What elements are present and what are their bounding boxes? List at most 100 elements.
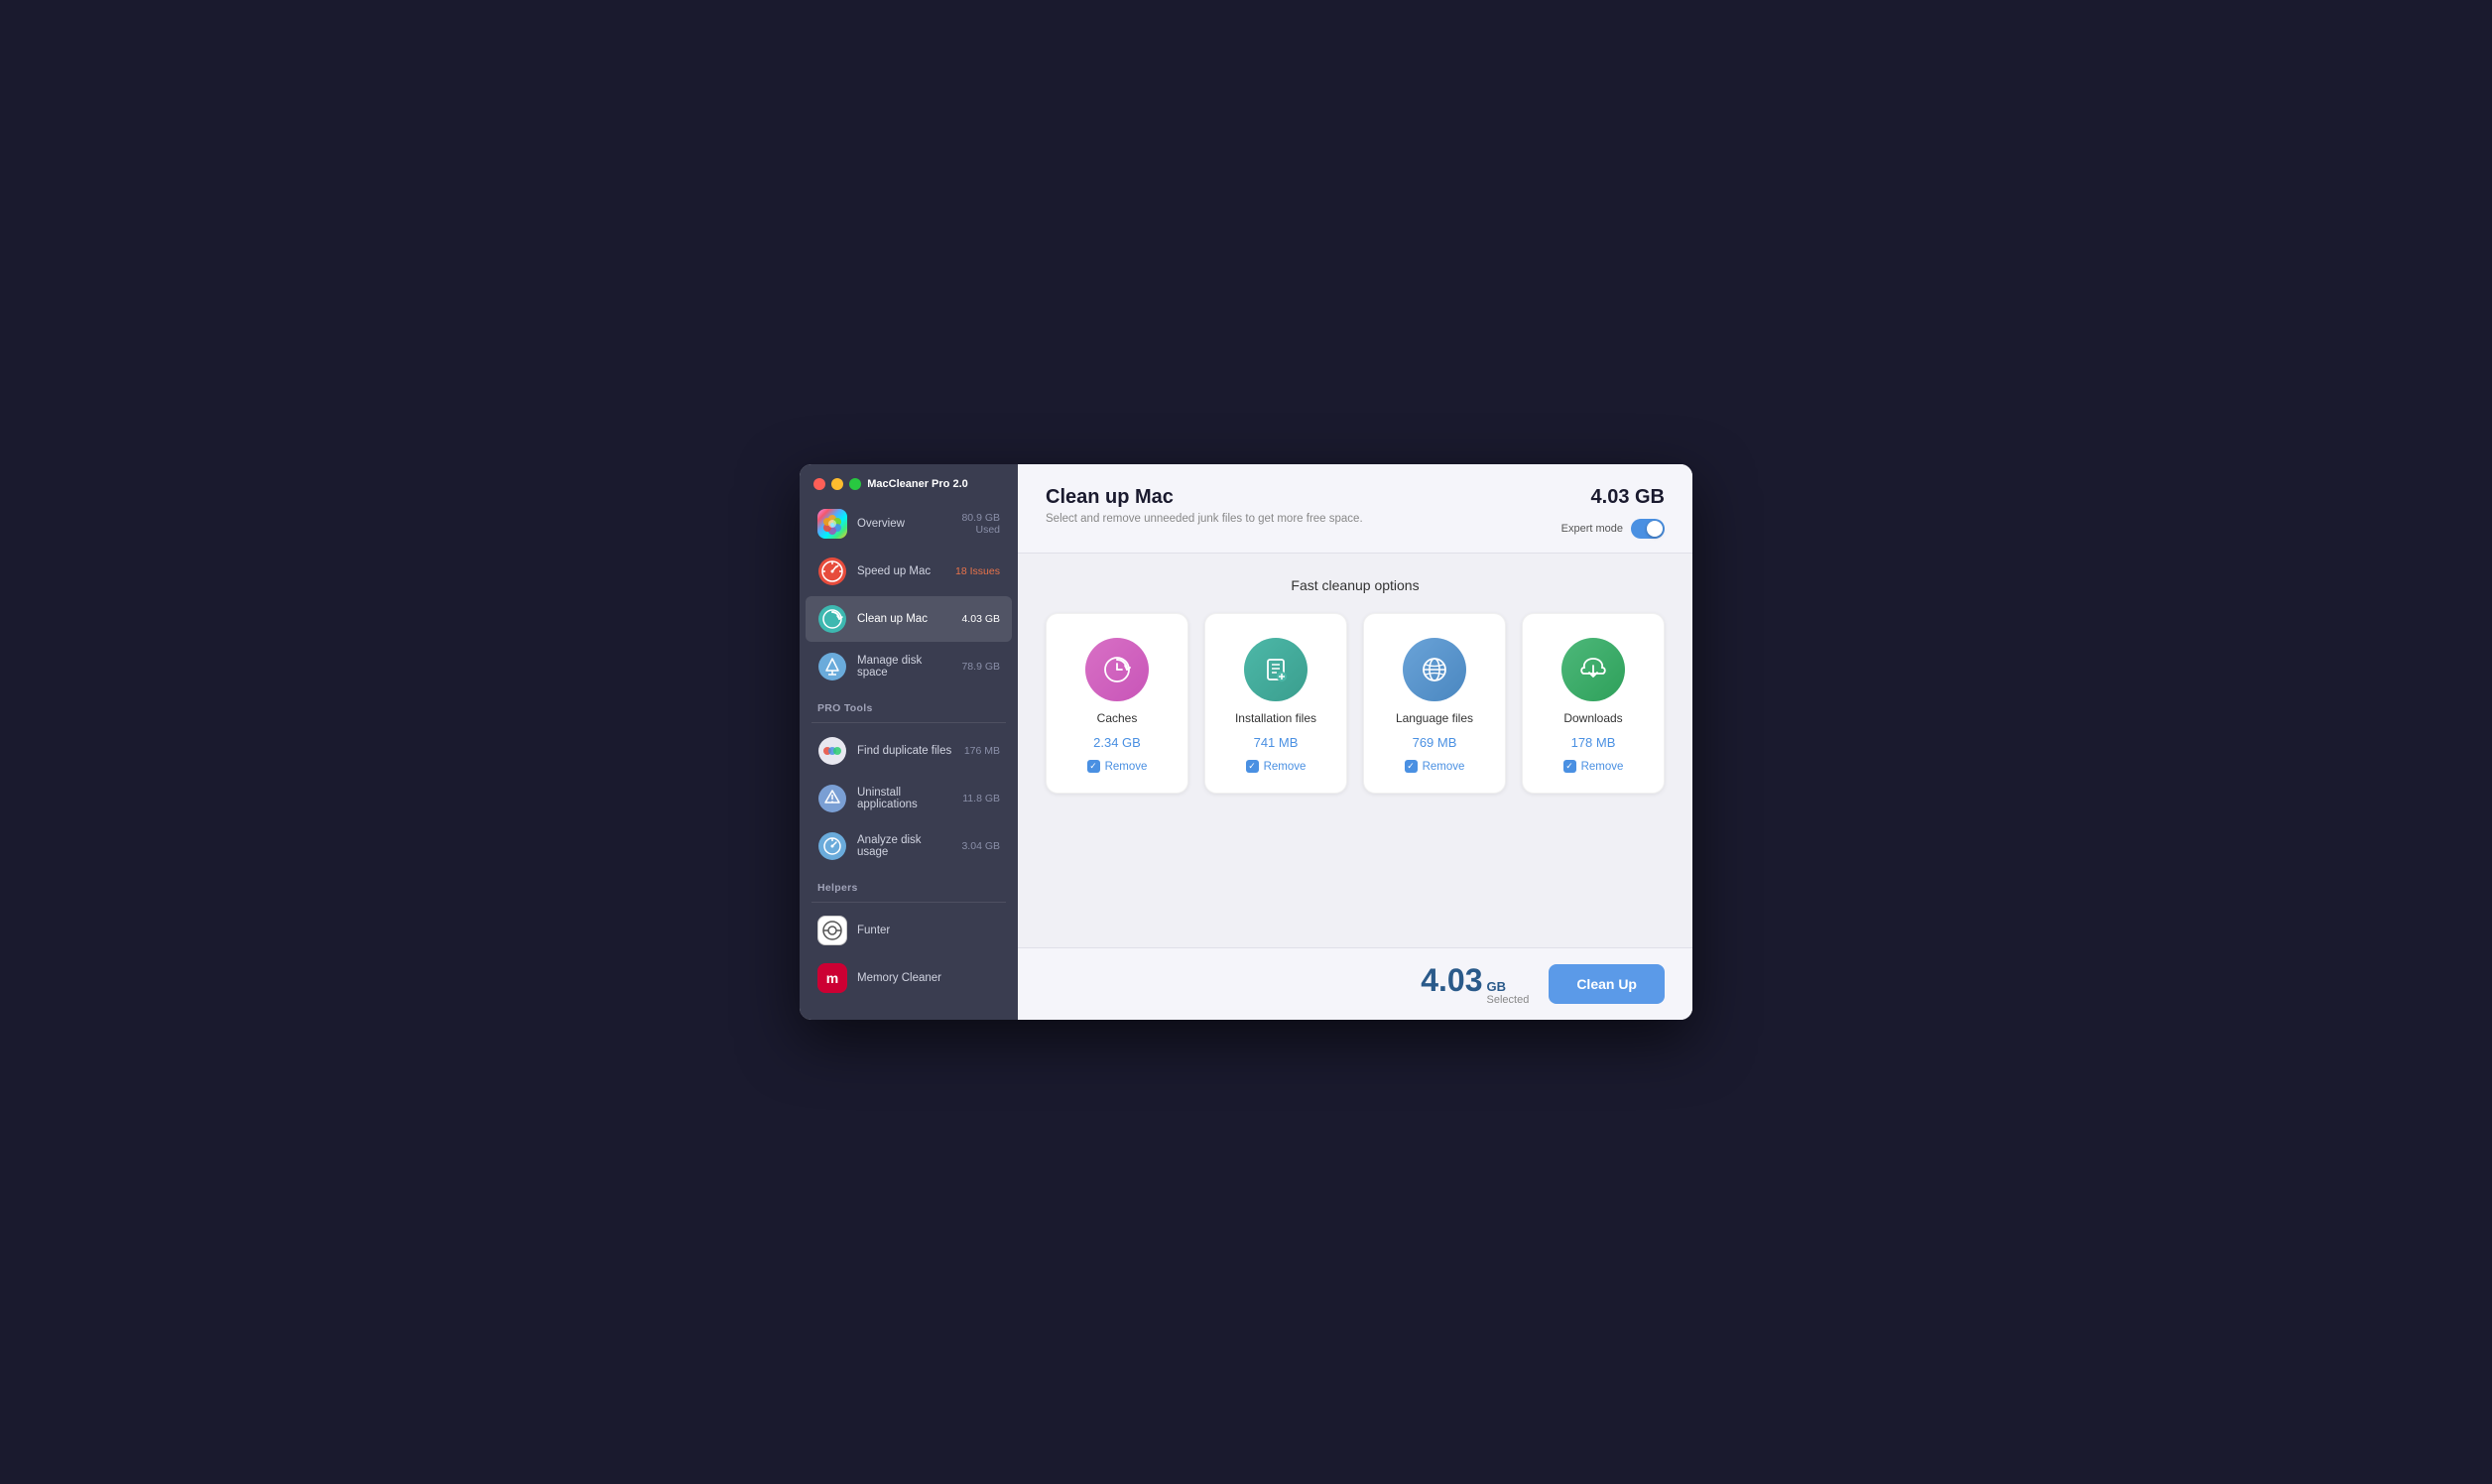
sidebar-item-speedup[interactable]: Speed up Mac 18 Issues xyxy=(806,549,1012,594)
pro-tools-divider xyxy=(811,722,1006,723)
duplicate-label: Find duplicate files xyxy=(857,745,954,757)
fullscreen-button[interactable] xyxy=(849,478,861,490)
installation-remove[interactable]: ✓ Remove xyxy=(1246,760,1307,773)
disk-badge: 78.9 GB xyxy=(961,661,1000,673)
language-checkbox[interactable]: ✓ xyxy=(1405,760,1418,773)
downloads-remove[interactable]: ✓ Remove xyxy=(1563,760,1624,773)
language-remove[interactable]: ✓ Remove xyxy=(1405,760,1465,773)
caches-size: 2.34 GB xyxy=(1093,735,1141,750)
caches-card: Caches 2.34 GB ✓ Remove xyxy=(1046,613,1188,794)
duplicate-svg xyxy=(817,736,847,766)
footer-size-unit: GB xyxy=(1487,979,1507,994)
titlebar: MacCleaner Pro 2.0 xyxy=(800,464,1018,500)
sidebar: MacCleaner Pro 2.0 Overv xyxy=(800,464,1018,1020)
analyze-icon xyxy=(817,831,847,861)
installation-svg xyxy=(1260,654,1292,685)
caches-remove-label: Remove xyxy=(1105,761,1148,773)
installation-size: 741 MB xyxy=(1254,735,1299,750)
downloads-icon xyxy=(1561,638,1625,701)
app-title: MacCleaner Pro 2.0 xyxy=(867,478,1004,490)
main-header: Clean up Mac Select and remove unneeded … xyxy=(1018,464,1692,554)
uninstall-icon xyxy=(817,784,847,813)
sidebar-item-disk[interactable]: Manage disk space 78.9 GB xyxy=(806,644,1012,689)
disk-icon xyxy=(817,652,847,681)
sidebar-item-cleanup[interactable]: Clean up Mac 4.03 GB xyxy=(806,596,1012,642)
analyze-label: Analyze disk usage xyxy=(857,834,951,858)
helpers-divider xyxy=(811,902,1006,903)
disk-label: Manage disk space xyxy=(857,655,951,679)
overview-icon xyxy=(817,509,847,539)
footer-size-number: 4.03 xyxy=(1421,962,1482,999)
downloads-remove-label: Remove xyxy=(1581,761,1624,773)
minimize-button[interactable] xyxy=(831,478,843,490)
installation-icon xyxy=(1244,638,1308,701)
caches-remove[interactable]: ✓ Remove xyxy=(1087,760,1148,773)
duplicate-icon xyxy=(817,736,847,766)
cleanup-svg xyxy=(817,604,847,634)
expert-mode-label: Expert mode xyxy=(1561,523,1623,535)
memory-label: Memory Cleaner xyxy=(857,972,1000,984)
close-button[interactable] xyxy=(813,478,825,490)
caches-name: Caches xyxy=(1097,711,1138,725)
cleanup-badge: 4.03 GB xyxy=(961,613,1000,625)
funter-icon xyxy=(817,916,847,945)
header-right: 4.03 GB Expert mode xyxy=(1561,486,1665,539)
footer-size-stack: GB Selected xyxy=(1487,979,1530,1006)
overview-badge-size: 80.9 GB xyxy=(961,512,1000,524)
page-subtitle: Select and remove unneeded junk files to… xyxy=(1046,513,1561,525)
funter-svg xyxy=(820,919,844,942)
analyze-svg xyxy=(817,831,847,861)
language-remove-label: Remove xyxy=(1423,761,1465,773)
uninstall-svg xyxy=(817,784,847,813)
sidebar-item-analyze[interactable]: Analyze disk usage 3.04 GB xyxy=(806,823,1012,869)
main-footer: 4.03 GB Selected Clean Up xyxy=(1018,947,1692,1020)
sidebar-navigation: Overview 80.9 GB Used xyxy=(800,500,1018,1020)
cleanup-label: Clean up Mac xyxy=(857,613,951,625)
language-card: Language files 769 MB ✓ Remove xyxy=(1363,613,1506,794)
sidebar-item-overview[interactable]: Overview 80.9 GB Used xyxy=(806,501,1012,547)
language-icon xyxy=(1403,638,1466,701)
downloads-card: Downloads 178 MB ✓ Remove xyxy=(1522,613,1665,794)
sidebar-item-memory[interactable]: m Memory Cleaner xyxy=(806,955,1012,1001)
language-size: 769 MB xyxy=(1413,735,1457,750)
caches-icon xyxy=(1085,638,1149,701)
overview-svg xyxy=(818,510,846,538)
disk-svg xyxy=(817,652,847,681)
app-window: MacCleaner Pro 2.0 Overv xyxy=(800,464,1692,1020)
analyze-badge: 3.04 GB xyxy=(961,840,1000,852)
downloads-checkbox[interactable]: ✓ xyxy=(1563,760,1576,773)
sidebar-item-duplicate[interactable]: Find duplicate files 176 MB xyxy=(806,728,1012,774)
speedup-svg xyxy=(817,556,847,586)
cleanup-button[interactable]: Clean Up xyxy=(1549,964,1665,1004)
overview-badge-used: Used xyxy=(975,524,1000,536)
downloads-svg xyxy=(1577,654,1609,685)
expert-mode-toggle[interactable] xyxy=(1631,519,1665,539)
installation-checkbox[interactable]: ✓ xyxy=(1246,760,1259,773)
footer-size-display: 4.03 GB Selected xyxy=(1421,962,1529,1006)
speedup-label: Speed up Mac xyxy=(857,565,945,577)
installation-card: Installation files 741 MB ✓ Remove xyxy=(1204,613,1347,794)
sidebar-item-uninstall[interactable]: Uninstall applications 11.8 GB xyxy=(806,776,1012,821)
page-title: Clean up Mac xyxy=(1046,486,1561,509)
installation-remove-label: Remove xyxy=(1264,761,1307,773)
speedup-icon xyxy=(817,556,847,586)
caches-svg xyxy=(1101,654,1133,685)
uninstall-label: Uninstall applications xyxy=(857,787,952,810)
language-name: Language files xyxy=(1396,711,1473,725)
helpers-header: Helpers xyxy=(800,870,1018,898)
installation-name: Installation files xyxy=(1235,711,1316,725)
downloads-name: Downloads xyxy=(1563,711,1622,725)
funter-label: Funter xyxy=(857,925,1000,936)
memory-icon-letter: m xyxy=(826,970,838,986)
section-title: Fast cleanup options xyxy=(1046,577,1665,593)
main-content: Clean up Mac Select and remove unneeded … xyxy=(1018,464,1692,1020)
footer-size-label: Selected xyxy=(1487,994,1530,1006)
duplicate-badge: 176 MB xyxy=(964,745,1000,757)
caches-checkbox[interactable]: ✓ xyxy=(1087,760,1100,773)
cleanup-cards-grid: Caches 2.34 GB ✓ Remove xyxy=(1046,613,1665,794)
overview-label: Overview xyxy=(857,518,951,530)
memory-icon: m xyxy=(817,963,847,993)
cleanup-icon xyxy=(817,604,847,634)
sidebar-item-funter[interactable]: Funter xyxy=(806,908,1012,953)
total-size: 4.03 GB xyxy=(1591,486,1665,509)
